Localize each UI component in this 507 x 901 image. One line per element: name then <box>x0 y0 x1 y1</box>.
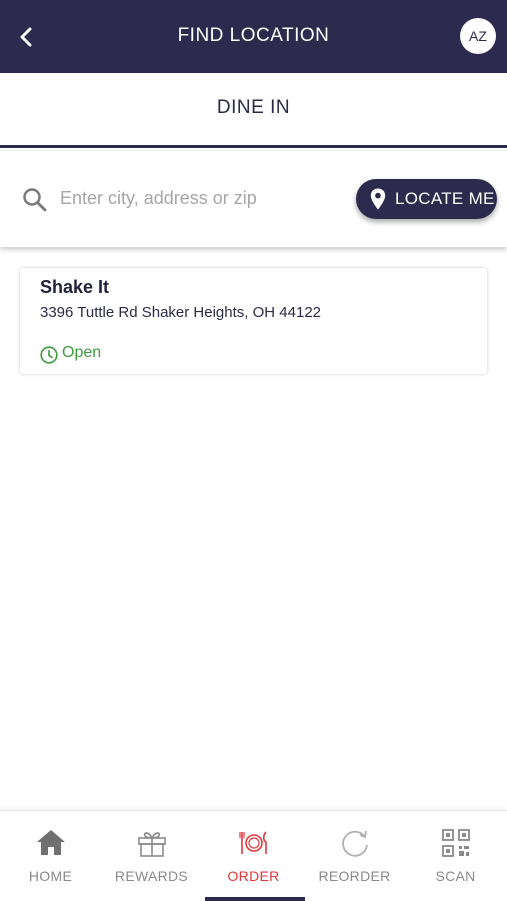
search-input[interactable] <box>60 181 340 215</box>
order-utensils-icon <box>239 831 267 854</box>
tab-scan-label: SCAN <box>435 868 476 884</box>
tab-home-label: HOME <box>28 868 73 884</box>
search-icon <box>23 188 47 212</box>
tab-rewards-label: REWARDS <box>114 868 189 884</box>
locate-me-button[interactable]: LOCATE ME <box>356 179 497 219</box>
app-header: FIND LOCATION AZ <box>0 0 507 73</box>
location-address: 3396 Tuttle Rd Shaker Heights, OH 44122 <box>40 304 322 321</box>
qr-code-icon <box>442 829 470 857</box>
location-name: Shake It <box>40 277 110 297</box>
active-tab-indicator <box>205 897 305 901</box>
reorder-icon <box>342 830 368 857</box>
tab-rewards[interactable]: REWARDS <box>101 811 202 901</box>
location-status-text: Open <box>62 344 102 361</box>
order-mode-bar: DINE IN <box>0 73 507 148</box>
tab-reorder-label: REORDER <box>318 868 391 884</box>
bottom-tab-bar: HOME REWARDS ORDER REORDER SCAN <box>0 810 507 901</box>
tab-scan[interactable]: SCAN <box>405 811 506 901</box>
avatar[interactable]: AZ <box>460 18 496 54</box>
search-panel: LOCATE ME <box>0 150 507 247</box>
home-icon <box>37 830 65 855</box>
page-title: FIND LOCATION <box>177 25 330 46</box>
clock-icon <box>40 346 58 364</box>
locate-me-label: LOCATE ME <box>395 189 495 208</box>
order-mode-label[interactable]: DINE IN <box>0 97 507 119</box>
location-card[interactable]: Shake It 3396 Tuttle Rd Shaker Heights, … <box>20 268 487 374</box>
tab-order[interactable]: ORDER <box>203 811 304 901</box>
gift-icon <box>138 832 166 857</box>
tab-home[interactable]: HOME <box>0 811 101 901</box>
tab-order-label: ORDER <box>227 868 280 884</box>
location-pin-icon <box>370 188 386 210</box>
tab-reorder[interactable]: REORDER <box>304 811 405 901</box>
